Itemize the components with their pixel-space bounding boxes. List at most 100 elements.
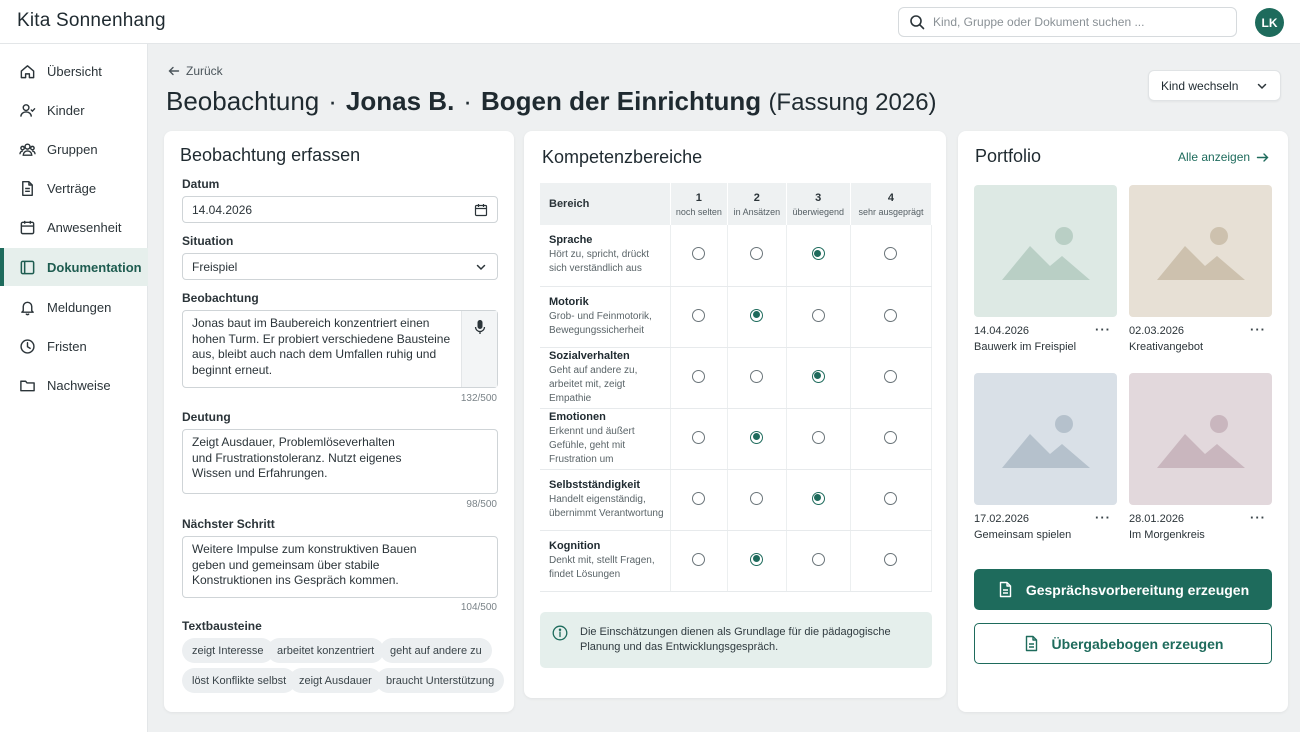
rating-cell	[786, 530, 851, 592]
calendar-icon[interactable]	[474, 203, 488, 217]
rating-radio[interactable]	[692, 369, 706, 383]
sidebar-item-label: Dokumentation	[47, 259, 142, 275]
area-cell: Sozialverhalten Geht auf andere zu, arbei…	[540, 347, 671, 409]
image-placeholder-icon	[1001, 227, 1090, 280]
back-label: Zurück	[186, 64, 223, 78]
generate-conversation-prep-button[interactable]: Gesprächsvorbereitung erzeugen	[974, 569, 1272, 610]
page-title: Beobachtung · Jonas B. · Bogen der Einrichtu…	[166, 86, 937, 117]
level-number: 1	[695, 191, 702, 204]
rating-radio[interactable]	[750, 491, 764, 505]
rating-radio[interactable]	[884, 552, 898, 566]
rating-radio[interactable]	[884, 369, 898, 383]
snippet-chip[interactable]: zeigt Interesse	[182, 638, 274, 663]
rating-radio[interactable]	[750, 369, 764, 383]
search-box[interactable]	[898, 7, 1237, 37]
sidebar-item-anwesenheit[interactable]: Anwesenheit	[0, 208, 148, 246]
sidebar-item-dokumentation[interactable]: Dokumentation	[0, 248, 148, 286]
clock-icon	[20, 338, 35, 354]
show-all-link[interactable]: Alle anzeigen	[1178, 150, 1269, 164]
rating-radio[interactable]	[884, 308, 898, 322]
rating-radio[interactable]	[692, 491, 706, 505]
rating-radio[interactable]	[811, 369, 825, 383]
sidebar-item-vertraege[interactable]: Verträge	[0, 169, 148, 207]
rating-radio[interactable]	[884, 247, 898, 261]
sidebar-item-gruppen[interactable]: Gruppen	[0, 130, 148, 168]
sidebar-item-uebersicht[interactable]: Übersicht	[0, 52, 148, 90]
interpretation-text: Zeigt Ausdauer, Problemlöseverhalten und…	[192, 435, 402, 480]
snippet-chip[interactable]: geht auf andere zu	[380, 638, 492, 663]
portfolio-date: 17.02.2026	[974, 513, 1030, 525]
interpretation-textarea[interactable]: Zeigt Ausdauer, Problemlöseverhalten und…	[182, 429, 498, 494]
snippet-chip[interactable]: braucht Unterstützung	[376, 668, 505, 693]
sidebar-item-meldungen[interactable]: Meldungen	[0, 288, 148, 326]
portfolio-thumbnail[interactable]	[1129, 373, 1272, 505]
rating-radio[interactable]	[750, 552, 764, 566]
rating-radio[interactable]	[811, 552, 825, 566]
search-input[interactable]	[933, 15, 1223, 29]
image-placeholder-icon	[1001, 415, 1090, 468]
rating-radio[interactable]	[750, 247, 764, 261]
portfolio-thumbnail[interactable]	[1129, 185, 1272, 317]
snippet-chip[interactable]: löst Konflikte selbst	[182, 668, 297, 693]
generate-handover-button[interactable]: Übergabebogen erzeugen	[974, 623, 1272, 664]
sidebar-item-nachweise[interactable]: Nachweise	[0, 366, 148, 404]
more-options-icon[interactable]: ···	[1095, 322, 1111, 337]
portfolio-date: 02.03.2026	[1129, 325, 1185, 337]
area-cell: Sprache Hört zu, spricht, drückt sich ver…	[540, 225, 671, 287]
calendar-icon	[20, 220, 35, 234]
level-column-header: 2 in Ansätzen	[727, 183, 787, 225]
portfolio-card: Portfolio Alle anzeigen 14.04.2026 Bauwer…	[958, 131, 1288, 712]
rating-radio[interactable]	[811, 491, 825, 505]
portfolio-title: Kreativangebot	[1129, 341, 1203, 353]
observation-textarea[interactable]: Jonas baut im Baubereich konzentriert ei…	[182, 310, 498, 388]
rating-radio[interactable]	[884, 491, 898, 505]
area-description: Grob- und Feinmotorik, Bewegungssicherhe…	[549, 310, 652, 336]
snippet-chip[interactable]: arbeitet konzentriert	[267, 638, 385, 663]
title-separator: ·	[463, 86, 472, 116]
rating-radio[interactable]	[692, 430, 706, 444]
rating-cell	[727, 347, 787, 409]
more-options-icon[interactable]: ···	[1250, 510, 1266, 525]
rating-radio[interactable]	[750, 430, 764, 444]
rating-cell	[786, 225, 851, 287]
primary-button-label: Gesprächsvorbereitung erzeugen	[1025, 581, 1250, 598]
sidebar-item-kinder[interactable]: Kinder	[0, 91, 148, 129]
date-field[interactable]: 14.04.2026	[182, 196, 498, 223]
rating-radio[interactable]	[692, 308, 706, 322]
rating-radio[interactable]	[811, 247, 825, 261]
rating-cell	[850, 286, 933, 348]
top-bar: Kita Sonnenhang LK	[0, 0, 1300, 44]
back-link[interactable]: Zurück	[168, 64, 223, 78]
user-icon	[20, 103, 36, 117]
portfolio-thumbnail[interactable]	[974, 185, 1117, 317]
portfolio-thumbnail[interactable]	[974, 373, 1117, 505]
level-column-header: 3 überwiegend	[786, 183, 851, 225]
switch-child-dropdown[interactable]: Kind wechseln	[1148, 70, 1281, 101]
rating-radio[interactable]	[750, 308, 764, 322]
form-heading: Beobachtung erfassen	[180, 145, 361, 165]
area-name: Kognition	[549, 539, 601, 552]
snippet-chip[interactable]: zeigt Ausdauer	[289, 668, 382, 693]
more-options-icon[interactable]: ···	[1095, 510, 1111, 525]
avatar[interactable]: LK	[1255, 8, 1284, 37]
rating-cell	[850, 225, 933, 287]
sidebar-item-fristen[interactable]: Fristen	[0, 327, 148, 365]
rating-radio[interactable]	[692, 552, 706, 566]
dictation-button[interactable]	[461, 311, 497, 387]
level-description: in Ansätzen	[733, 206, 781, 217]
level-description: sehr ausgeprägt	[858, 206, 924, 217]
more-options-icon[interactable]: ···	[1250, 322, 1266, 337]
next-step-text: Weitere Impulse zum konstruktiven Bauen …	[192, 542, 417, 587]
rating-radio[interactable]	[811, 308, 825, 322]
switch-child-label: Kind wechseln	[1161, 78, 1239, 93]
app-title: Kita Sonnenhang	[17, 10, 166, 31]
chevron-down-icon	[1257, 83, 1267, 89]
rating-radio[interactable]	[884, 430, 898, 444]
situation-select[interactable]: Freispiel	[182, 253, 498, 280]
rating-cell	[670, 347, 729, 409]
rating-cell	[786, 286, 851, 348]
next-step-textarea[interactable]: Weitere Impulse zum konstruktiven Bauen …	[182, 536, 498, 598]
users-icon	[19, 143, 36, 156]
rating-radio[interactable]	[692, 247, 706, 261]
rating-radio[interactable]	[811, 430, 825, 444]
